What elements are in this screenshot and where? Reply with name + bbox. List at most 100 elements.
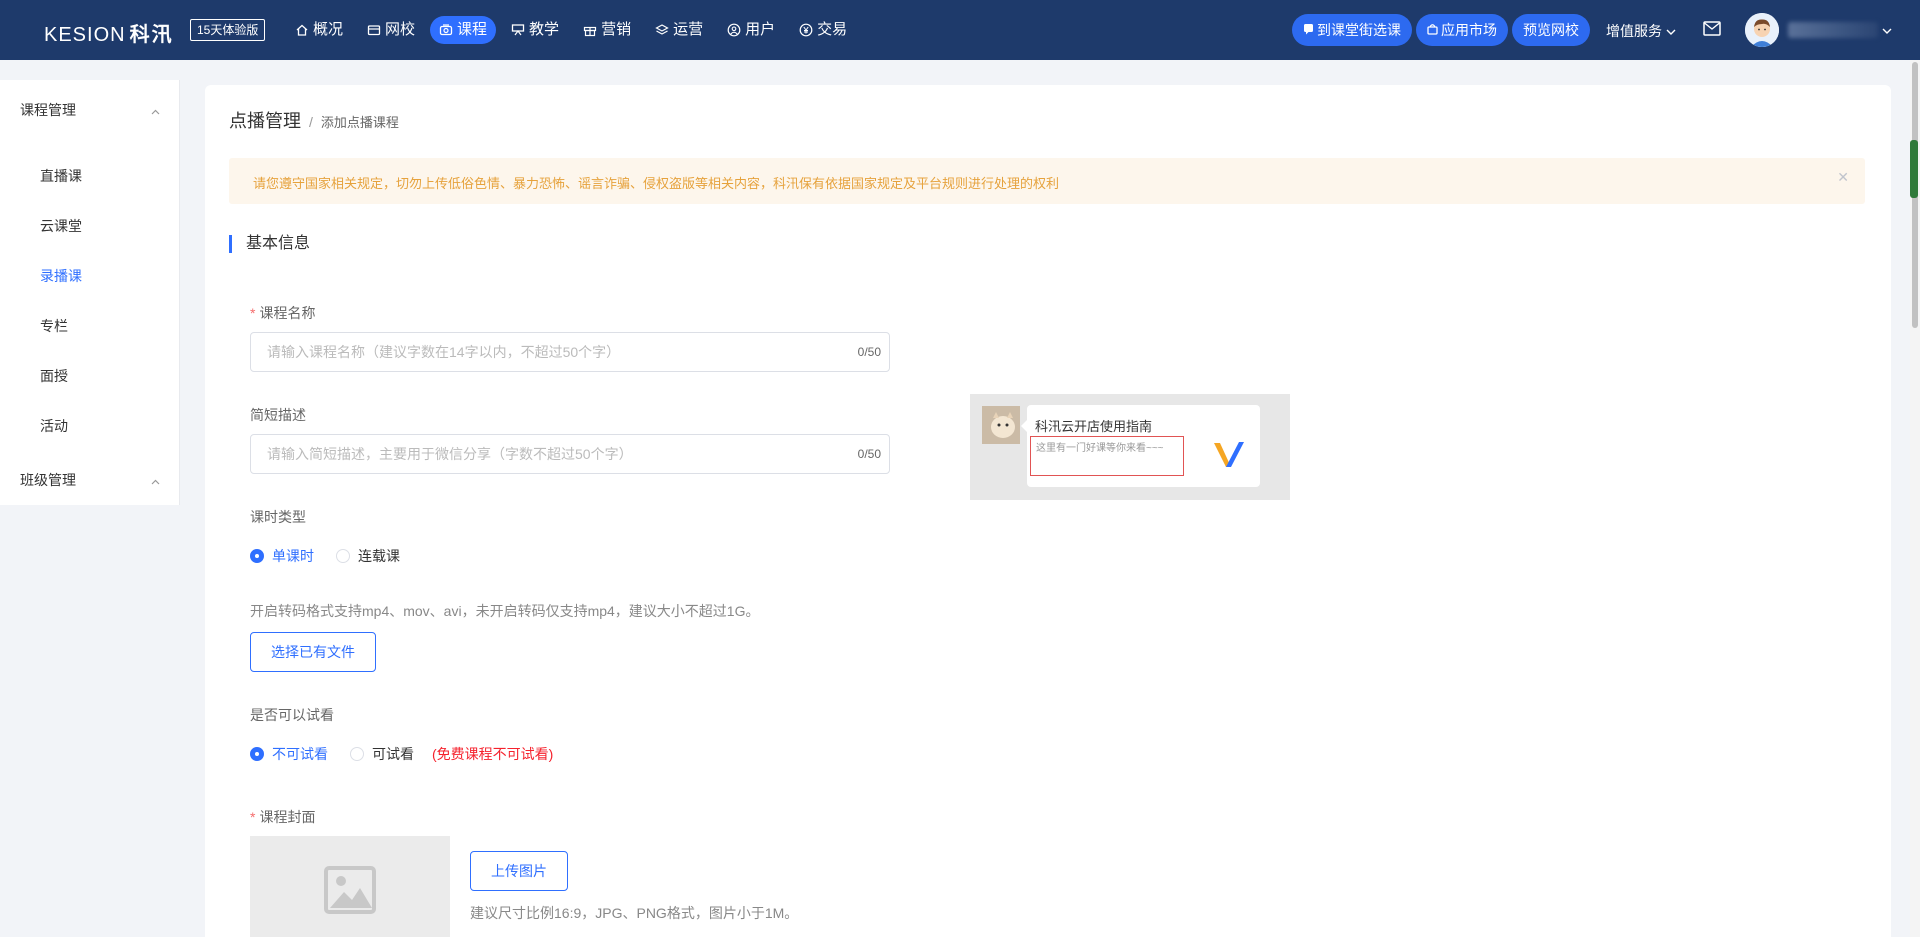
user-avatar[interactable]: [1745, 13, 1779, 47]
nav-teaching[interactable]: 教学: [502, 16, 568, 44]
nav-operation[interactable]: 运营: [646, 16, 712, 44]
cover-hint: 建议尺寸比例16:9，JPG、PNG格式，图片小于1M。: [470, 905, 799, 921]
radio-label: 可试看: [372, 746, 414, 762]
nav-label: 交易: [817, 21, 848, 38]
top-actions: 到课堂街选课 应用市场 预览网校: [1292, 14, 1590, 46]
short-desc-label: 简短描述: [250, 407, 306, 423]
value-added-label: 增值服务: [1606, 23, 1662, 39]
sidebar-item-recorded[interactable]: 录播课: [40, 266, 82, 286]
main-nav: 概况 网校 课程 教学 营销 运营 用户 交易: [286, 16, 856, 44]
go-course-street-button[interactable]: 到课堂街选课: [1292, 14, 1412, 46]
preview-school-button[interactable]: 预览网校: [1512, 14, 1590, 46]
logo-text: KESION: [44, 24, 126, 46]
trial-badge: 15天体验版: [190, 19, 266, 41]
sidebar-item-activity[interactable]: 活动: [40, 416, 68, 436]
sidebar-group-course-management[interactable]: 课程管理: [20, 100, 160, 120]
upload-hint: 开启转码格式支持mp4、mov、avi，未开启转码仅支持mp4，建议大小不超过1…: [250, 603, 760, 619]
course-name-input[interactable]: [251, 333, 811, 371]
choose-existing-file-button[interactable]: 选择已有文件: [250, 632, 376, 672]
radio-series[interactable]: 连载课: [336, 546, 400, 566]
radio-no-trial[interactable]: 不可试看: [250, 744, 328, 764]
nav-course[interactable]: 课程: [430, 16, 497, 44]
sidebar-group-class-management[interactable]: 班级管理: [20, 470, 160, 490]
user-icon: [727, 23, 741, 37]
kesion-logo[interactable]: KESION 科汛: [44, 18, 174, 47]
nav-label: 用户: [745, 21, 776, 38]
radio-dot: [336, 549, 350, 563]
upload-image-button[interactable]: 上传图片: [470, 851, 568, 891]
lesson-type-label: 课时类型: [250, 509, 306, 525]
notice-text: 请您遵守国家相关规定，切勿上传低俗色情、暴力恐怖、谣言诈骗、侵权盗版等相关内容，…: [253, 176, 1060, 191]
radio-dot: [350, 747, 364, 761]
button-label: 预览网校: [1523, 22, 1579, 38]
kesion-v-logo-icon: [1212, 439, 1246, 474]
nav-label: 运营: [673, 21, 704, 38]
radio-label: 连载课: [358, 548, 400, 564]
close-icon[interactable]: ✕: [1837, 169, 1849, 186]
sidebar-group-label: 班级管理: [20, 472, 76, 488]
chevron-up-icon: [151, 102, 160, 118]
nav-overview[interactable]: 概况: [286, 16, 352, 44]
label-text: 课程封面: [259, 809, 316, 825]
button-label: 应用市场: [1441, 22, 1497, 38]
sidebar-item-live[interactable]: 直播课: [40, 166, 82, 186]
share-preview: 科汛云开店使用指南 这里有一门好课等你来看~~~: [970, 394, 1290, 500]
nav-marketing[interactable]: 营销: [574, 16, 640, 44]
preview-thumbnail: [982, 406, 1020, 444]
course-name-field[interactable]: 0/50: [250, 332, 890, 372]
chevron-down-icon[interactable]: [1882, 22, 1892, 38]
label-text: 课程名称: [259, 305, 316, 321]
radio-dot: [250, 549, 264, 563]
nav-users[interactable]: 用户: [718, 16, 784, 44]
main-card: 点播管理 / 添加点播课程 请您遵守国家相关规定，切勿上传低俗色情、暴力恐怖、谣…: [205, 85, 1891, 937]
chevron-down-icon: [1666, 23, 1676, 39]
trial-group: 不可试看 可试看 (免费课程不可试看): [250, 744, 553, 764]
preview-title: 科汛云开店使用指南: [1035, 419, 1153, 434]
breadcrumb-separator: /: [309, 114, 313, 130]
radio-dot: [250, 747, 264, 761]
cover-label: * 课程封面: [250, 807, 315, 827]
short-desc-field[interactable]: 0/50: [250, 434, 890, 474]
breadcrumb-parent[interactable]: 点播管理: [229, 107, 301, 133]
button-label: 到课堂街选课: [1317, 22, 1401, 38]
school-icon: [367, 23, 381, 37]
top-navbar: KESION 科汛 15天体验版 概况 网校 课程 教学 营销 运营 用户 交易…: [0, 0, 1920, 60]
nav-label: 营销: [601, 21, 632, 38]
radio-label: 单课时: [272, 548, 314, 564]
sidebar-item-cloud-class[interactable]: 云课堂: [40, 216, 82, 236]
required-mark: *: [250, 809, 256, 825]
preview-bubble: 科汛云开店使用指南 这里有一门好课等你来看~~~: [1027, 405, 1260, 487]
nav-school[interactable]: 网校: [358, 16, 424, 44]
required-mark: *: [250, 305, 256, 321]
radio-label: 不可试看: [272, 746, 328, 762]
value-added-services-dropdown[interactable]: 增值服务: [1606, 21, 1676, 41]
gift-icon: [583, 23, 597, 37]
chevron-up-icon: [151, 472, 160, 488]
nav-trade[interactable]: 交易: [790, 16, 856, 44]
radio-allow-trial[interactable]: 可试看: [350, 744, 414, 764]
char-count: 0/50: [857, 345, 881, 359]
radio-single-lesson[interactable]: 单课时: [250, 546, 314, 566]
cover-placeholder: [250, 836, 450, 937]
breadcrumb: 点播管理 / 添加点播课程: [229, 107, 399, 133]
nav-label: 网校: [385, 21, 416, 38]
sidebar-item-offline[interactable]: 面授: [40, 366, 68, 386]
scrollbar-indicator: [1910, 140, 1918, 198]
home-icon: [295, 23, 309, 37]
nav-label: 课程: [457, 21, 488, 38]
char-count: 0/50: [857, 447, 881, 461]
app-market-button[interactable]: 应用市场: [1416, 14, 1508, 46]
sidebar-group-label: 课程管理: [20, 102, 76, 118]
bag-icon: [1427, 14, 1438, 46]
nav-label: 概况: [313, 21, 344, 38]
sidebar-item-column[interactable]: 专栏: [40, 316, 68, 336]
nav-label: 教学: [529, 21, 560, 38]
preview-desc: 这里有一门好课等你来看~~~: [1036, 443, 1164, 454]
yen-icon: [799, 23, 813, 37]
breadcrumb-current: 添加点播课程: [320, 115, 399, 130]
free-course-note: (免费课程不可试看): [432, 746, 554, 762]
section-title: 基本信息: [229, 235, 310, 253]
short-desc-input[interactable]: [251, 435, 811, 473]
mail-icon[interactable]: [1703, 21, 1721, 39]
chat-icon: [1303, 14, 1314, 46]
